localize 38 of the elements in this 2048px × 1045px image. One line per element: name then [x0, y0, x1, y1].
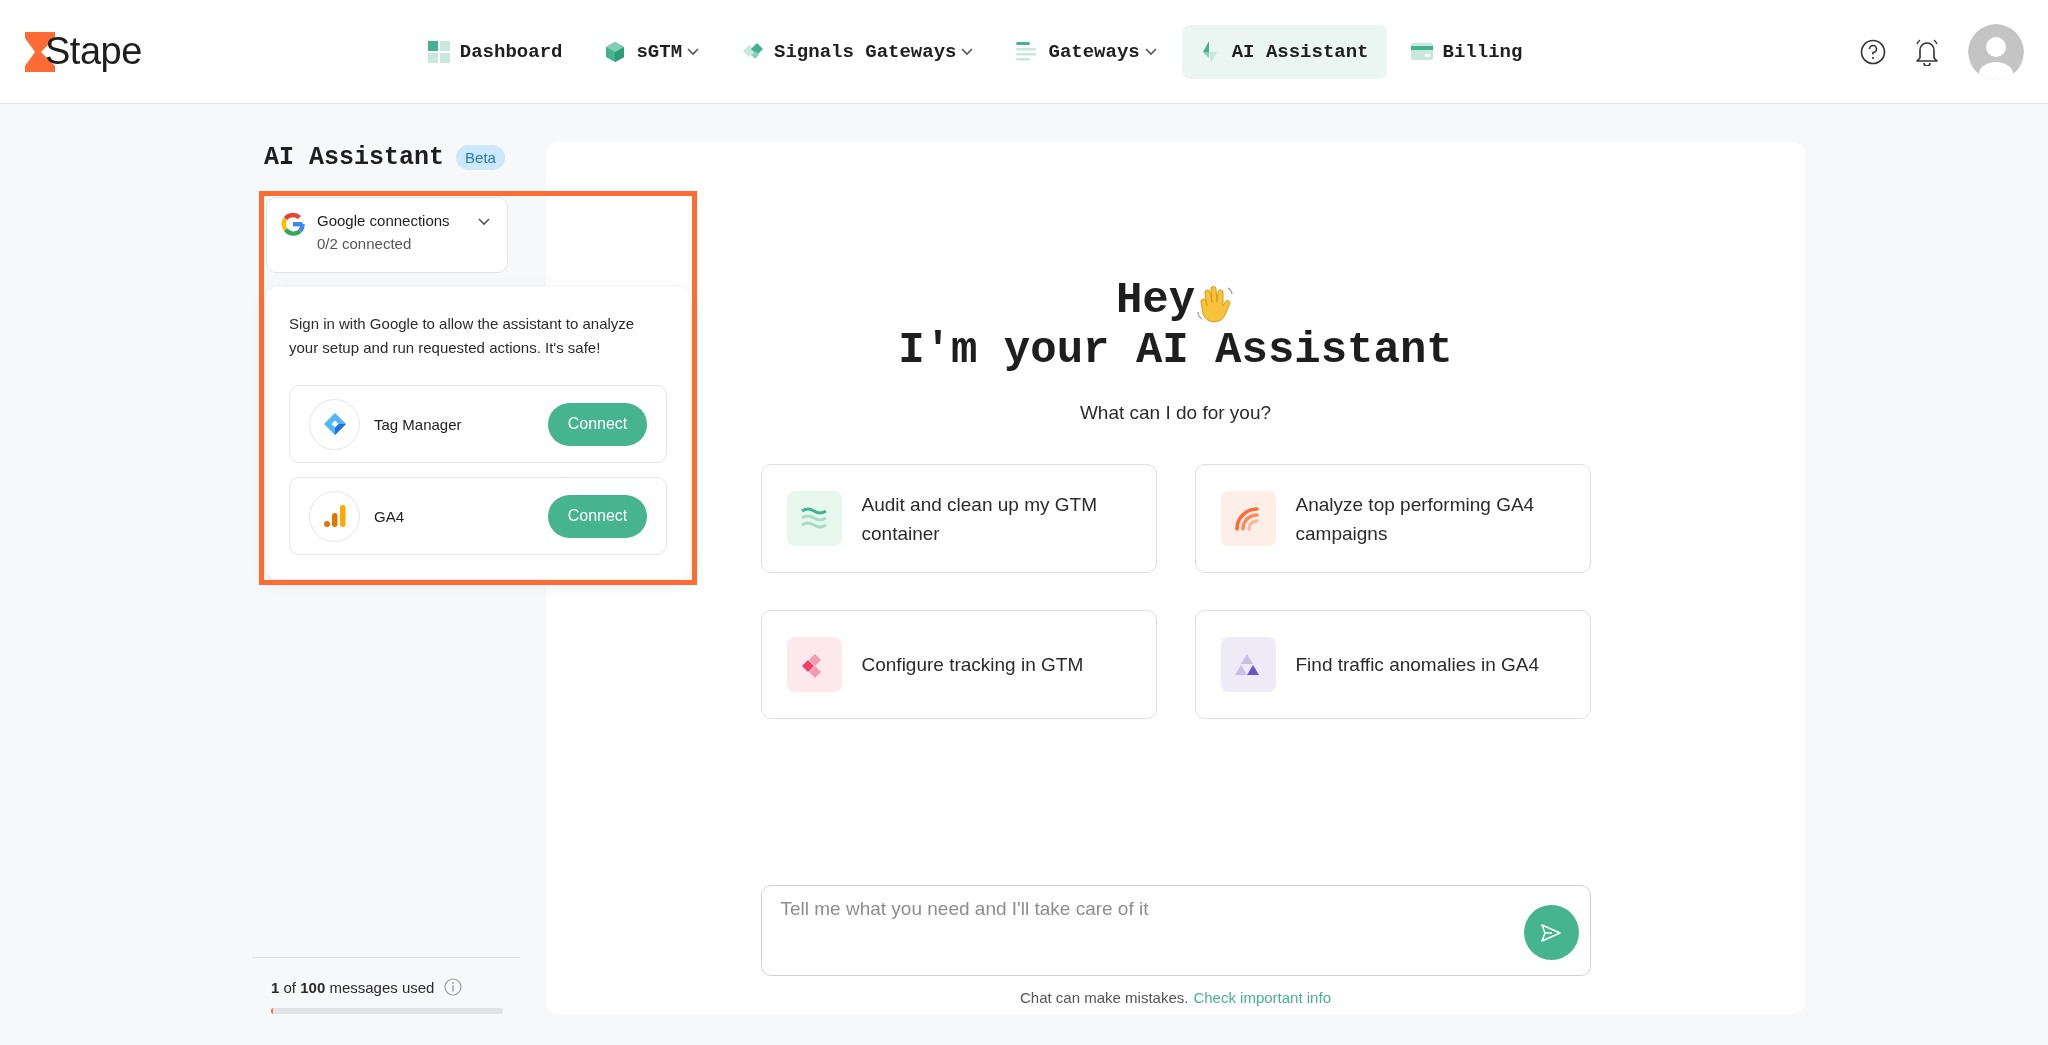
message-field[interactable]: Tell me what you need and I'll take care of it [760, 885, 1591, 976]
dropdown-title: Google connections [317, 212, 451, 229]
suggestion-card[interactable]: Audit and clean up my GTM container [760, 464, 1157, 573]
cube-icon [604, 40, 627, 63]
question-text: What can I do for you? [1079, 402, 1272, 424]
waving-hand-icon [1195, 284, 1236, 324]
nav-tab[interactable]: Gateways [998, 24, 1176, 79]
nav-tab[interactable]: Billing [1392, 24, 1541, 79]
suggestion-card[interactable]: Find traffic anomalies in GA4 [1194, 610, 1591, 719]
send-icon [1540, 921, 1562, 944]
connection-status: 0/2 connected [317, 235, 413, 252]
greeting: Hey [1115, 276, 1196, 324]
info-icon[interactable] [444, 978, 463, 996]
bar-chart-icon [321, 503, 348, 529]
suggestion-card[interactable]: Configure tracking in GTM [760, 610, 1157, 719]
nav-tab[interactable]: sGTM [586, 24, 719, 79]
page-title: AI Assistant [264, 142, 445, 172]
nav-tab[interactable]: AI Assistant [1181, 24, 1387, 79]
usage-text: 1 of 100 messages used [271, 978, 435, 996]
lines-icon [1016, 40, 1039, 63]
connections-dropdown[interactable]: Google connections 0/2 connected [266, 197, 508, 273]
nav-tab[interactable]: Signals Gateways [724, 24, 993, 79]
chevron-icon [477, 217, 491, 226]
google-icon [281, 212, 305, 236]
suggestion-card[interactable]: Analyze top performing GA4 campaigns [1194, 464, 1591, 573]
nav-tab[interactable]: Dashboard [409, 24, 581, 79]
service-name: GA4 [374, 507, 405, 525]
help-icon[interactable] [1860, 38, 1886, 65]
logo-text: Stape [45, 30, 142, 73]
service-name: Tag Manager [374, 415, 463, 433]
grid-icon [427, 40, 450, 63]
bell-icon[interactable] [1914, 37, 1940, 66]
card-icon [1410, 40, 1433, 63]
beta-badge: Beta [456, 144, 505, 170]
disclaimer-text: Chat can make mistakes. [1020, 989, 1189, 1006]
avatar-icon[interactable] [1968, 23, 2024, 80]
sign-in-note: Sign in with Google to allow the assistant to analyze your setup and run requested actions. It's safe! [289, 314, 636, 358]
assistant-title: I'm your AI Assistant [898, 324, 1453, 376]
